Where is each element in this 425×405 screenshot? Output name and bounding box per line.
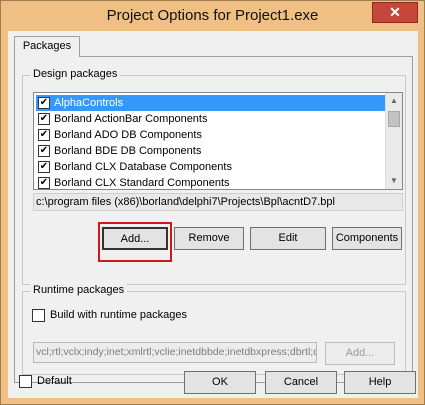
edit-package-button[interactable]: Edit [250,227,326,250]
list-item-label: Borland CLX Database Components [54,161,232,173]
packages-tab-page: Design packages ✔ AlphaControls ✔ Borlan… [14,56,413,383]
checkbox-checked-icon[interactable]: ✔ [38,161,50,173]
list-item-label: Borland CLX Standard Components [54,177,230,189]
close-button[interactable]: ✕ [372,2,418,23]
checkbox-unchecked-icon[interactable] [32,309,45,322]
default-label: Default [37,375,72,387]
build-with-runtime-checkbox[interactable]: Build with runtime packages [32,309,187,323]
checkbox-checked-icon[interactable]: ✔ [38,145,50,157]
list-item-label: Borland ADO DB Components [54,129,202,141]
scroll-down-icon[interactable]: ▼ [386,173,402,189]
checkbox-checked-icon[interactable]: ✔ [38,113,50,125]
runtime-packages-field[interactable]: vcl;rtl;vclx;indy;inet;xmlrtl;vclie;inet… [33,342,317,363]
checkbox-checked-icon[interactable]: ✔ [38,129,50,141]
list-item[interactable]: ✔ Borland CLX Standard Components [36,175,385,191]
checkbox-unchecked-icon[interactable] [19,375,32,388]
runtime-packages-label: Runtime packages [30,284,128,296]
checkbox-checked-icon[interactable]: ✔ [38,97,50,109]
cancel-button[interactable]: Cancel [265,371,337,394]
list-item[interactable]: ✔ Borland ActionBar Components [36,111,385,127]
title-bar[interactable]: Project Options for Project1.exe ✕ [1,1,424,31]
list-item-label: Borland BDE DB Components [54,145,202,157]
annotation-highlight-box [98,222,172,262]
design-packages-label: Design packages [30,68,121,80]
components-button[interactable]: Components [332,227,402,250]
remove-package-button[interactable]: Remove [174,227,244,250]
design-packages-list[interactable]: ✔ AlphaControls ✔ Borland ActionBar Comp… [33,92,403,190]
list-item[interactable]: ✔ Borland ADO DB Components [36,127,385,143]
default-checkbox[interactable]: Default [19,375,72,389]
ok-button[interactable]: OK [184,371,256,394]
list-item[interactable]: ✔ AlphaControls [36,95,385,111]
close-icon: ✕ [389,4,401,20]
package-path-display: c:\program files (x86)\borland\delphi7\P… [33,193,403,211]
window-title: Project Options for Project1.exe [106,7,319,24]
tab-packages[interactable]: Packages [14,36,80,57]
add-runtime-package-button[interactable]: Add... [325,342,395,365]
runtime-packages-group: Runtime packages Build with runtime pack… [22,284,406,375]
list-item[interactable]: ✔ Borland BDE DB Components [36,143,385,159]
scroll-thumb[interactable] [388,111,400,127]
list-item-label: Borland ActionBar Components [54,113,208,125]
dialog-client-area: Packages Design packages ✔ AlphaControls… [8,31,418,398]
list-scrollbar[interactable]: ▲ ▼ [385,93,402,189]
checkbox-checked-icon[interactable]: ✔ [38,177,50,189]
list-item[interactable]: ✔ Borland CLX Database Components [36,159,385,175]
scroll-up-icon[interactable]: ▲ [386,93,402,109]
build-with-runtime-label: Build with runtime packages [50,309,187,321]
project-options-dialog: Project Options for Project1.exe ✕ Packa… [0,0,425,405]
design-packages-group: Design packages ✔ AlphaControls ✔ Borlan… [22,68,406,285]
list-item-label: AlphaControls [54,97,124,109]
help-button[interactable]: Help [344,371,416,394]
